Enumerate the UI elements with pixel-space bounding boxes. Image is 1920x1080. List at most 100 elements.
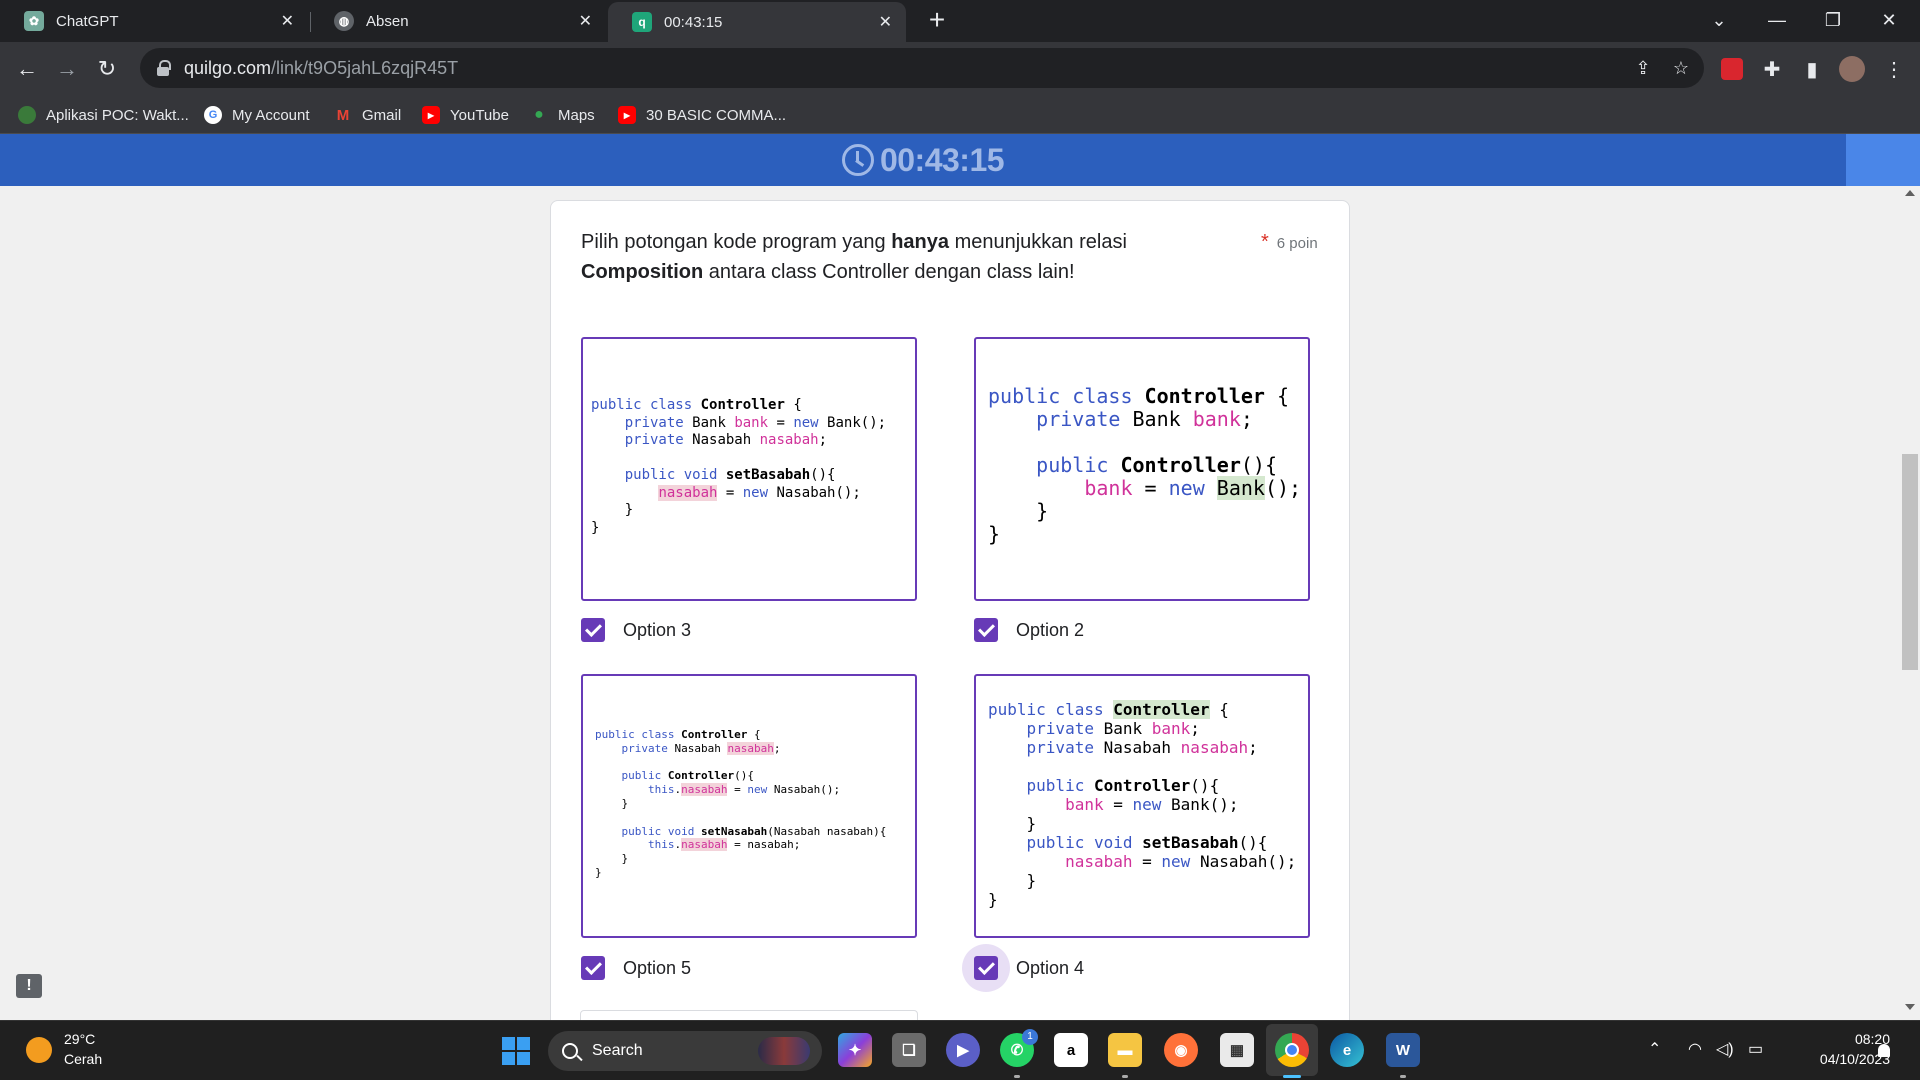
taskbar-search[interactable]: Search [548, 1031, 822, 1071]
back-icon[interactable]: ← [10, 52, 44, 86]
menu-icon[interactable]: ⋮ [1880, 55, 1908, 83]
scroll-down-arrow-icon[interactable] [1905, 1004, 1915, 1010]
close-window-button[interactable]: ✕ [1866, 0, 1912, 40]
bookmark-label: YouTube [450, 106, 509, 124]
battery-icon[interactable]: ▭ [1748, 1039, 1763, 1059]
option-2-code-image[interactable]: public class Controller { private Bank b… [974, 337, 1310, 601]
tab-chatgpt[interactable]: ✿ ChatGPT ✕ [0, 0, 308, 42]
running-indicator [1400, 1075, 1406, 1078]
question-card: Pilih potongan kode program yang hanya m… [550, 200, 1350, 1020]
minimize-button[interactable]: — [1754, 0, 1800, 40]
chrome-icon[interactable] [1275, 1033, 1309, 1067]
checkbox-checked-icon[interactable] [581, 956, 605, 980]
option-5-checkbox-row[interactable]: Option 5 [581, 953, 691, 983]
url-text[interactable]: quilgo.com/link/t9O5jahL6zqjR45T [184, 58, 458, 79]
bookmark-item[interactable]: ● Maps [530, 104, 595, 126]
microsoft-store-icon[interactable]: ▦ [1220, 1033, 1254, 1067]
restore-button[interactable]: ❐ [1810, 0, 1856, 40]
edge-icon[interactable]: e [1330, 1033, 1364, 1067]
share-icon[interactable]: ⇪ [1632, 58, 1654, 80]
timer-text: 00:43:15 [879, 141, 1005, 178]
tab-quilgo[interactable]: q 00:43:15 ✕ [608, 2, 906, 42]
extension-icon[interactable] [1718, 55, 1746, 83]
google-icon: G [204, 106, 222, 124]
bookmark-label: Aplikasi POC: Wakt... [46, 106, 189, 124]
wifi-icon[interactable]: ◠ [1688, 1039, 1702, 1059]
notification-badge: 1 [1022, 1029, 1038, 1045]
chevron-up-icon[interactable]: ⌃ [1648, 1039, 1661, 1059]
code-snippet: public class Controller { private Bank b… [988, 384, 1302, 546]
firefox-icon[interactable]: ◉ [1164, 1033, 1198, 1067]
lock-icon[interactable] [156, 60, 171, 76]
forward-icon[interactable]: → [50, 52, 84, 86]
bookmark-item[interactable]: G My Account [204, 104, 310, 126]
windows-taskbar: 29°C Cerah Search ✦ ❏ ▶ ✆ 1 a ▬ ◉ ▦ e W … [0, 1020, 1920, 1080]
checkbox-checked-icon[interactable] [581, 618, 605, 642]
file-explorer-icon[interactable]: ▬ [1108, 1033, 1142, 1067]
browser-toolbar: ← → ↻ quilgo.com/link/t9O5jahL6zqjR45T ⇪… [0, 42, 1920, 96]
avatar[interactable] [1838, 55, 1866, 83]
teams-chat-icon[interactable]: ▶ [946, 1033, 980, 1067]
scroll-thumb[interactable] [1902, 454, 1918, 670]
extensions-puzzle-icon[interactable]: ✚ [1758, 55, 1786, 83]
bookmark-item[interactable]: ▶ 30 BASIC COMMA... [618, 104, 786, 126]
close-icon[interactable]: ✕ [579, 11, 592, 31]
new-tab-button[interactable]: + [922, 6, 952, 36]
poc-icon [18, 106, 36, 124]
bookmark-label: Gmail [362, 106, 402, 124]
clock-date[interactable]: 04/10/2023 [1786, 1051, 1890, 1067]
windows-start-icon[interactable] [502, 1037, 530, 1065]
close-icon[interactable]: ✕ [281, 11, 294, 31]
gmail-icon: M [336, 106, 350, 124]
option-label: Option 3 [623, 619, 692, 640]
scrollbar[interactable] [1900, 186, 1920, 1020]
option-4-checkbox-row[interactable]: Option 4 [962, 944, 1084, 992]
scroll-up-arrow-icon[interactable] [1905, 190, 1915, 196]
search-label: Search [592, 1042, 643, 1059]
bookmark-star-icon[interactable]: ☆ [1670, 58, 1692, 80]
clock-icon [841, 144, 874, 176]
close-icon[interactable]: ✕ [879, 12, 892, 32]
option-label: Option 5 [623, 957, 692, 978]
option-3-checkbox-row[interactable]: Option 3 [581, 615, 691, 645]
maps-pin-icon: ● [534, 106, 544, 123]
timer-bar-button[interactable] [1846, 134, 1920, 186]
bookmark-item[interactable]: ▶ YouTube [422, 104, 509, 126]
chatgpt-icon: ✿ [24, 11, 44, 31]
checkbox-checked-icon[interactable] [974, 618, 998, 642]
tab-title: 00:43:15 [664, 13, 723, 31]
bookmark-label: Maps [558, 106, 595, 124]
word-icon[interactable]: W [1386, 1033, 1420, 1067]
checkbox-checked-icon[interactable] [962, 944, 1010, 992]
reload-icon[interactable]: ↻ [90, 52, 124, 86]
tab-search-icon[interactable]: ⌄ [1696, 0, 1742, 40]
focus-ripple [962, 944, 1010, 992]
tab-absen[interactable]: ◍ Absen ✕ [310, 0, 606, 42]
code-snippet: public class Controller { private Nasaba… [595, 728, 887, 879]
search-highlight-image [758, 1037, 810, 1065]
option-5-code-image[interactable]: public class Controller { private Nasaba… [581, 674, 917, 938]
points-label: * 6 poin [1261, 231, 1318, 253]
globe-icon: ◍ [334, 11, 354, 31]
copilot-icon[interactable]: ✦ [838, 1033, 872, 1067]
feedback-icon[interactable]: ! [16, 974, 42, 998]
option-2-checkbox-row[interactable]: Option 2 [974, 615, 1084, 645]
option-4-code-image[interactable]: public class Controller { private Bank b… [974, 674, 1310, 938]
option-3-code-image[interactable]: public class Controller { private Bank b… [581, 337, 917, 601]
address-bar[interactable]: quilgo.com/link/t9O5jahL6zqjR45T ⇪ ☆ [140, 48, 1704, 88]
side-panel-icon[interactable]: ▮ [1798, 55, 1826, 83]
running-indicator [1283, 1075, 1301, 1078]
weather-description[interactable]: Cerah [64, 1051, 102, 1067]
sun-weather-icon[interactable] [26, 1037, 52, 1063]
task-view-icon[interactable]: ❏ [892, 1033, 926, 1067]
bookmark-label: My Account [232, 106, 310, 124]
amazon-icon[interactable]: a [1054, 1033, 1088, 1067]
weather-temperature[interactable]: 29°C [64, 1031, 95, 1047]
question-text: Pilih potongan kode program yang hanya m… [581, 231, 1127, 283]
running-indicator [1122, 1075, 1128, 1078]
bookmark-item[interactable]: Aplikasi POC: Wakt... [18, 104, 189, 126]
notification-bell-icon[interactable] [1876, 1043, 1892, 1059]
next-option-image-edge [580, 1010, 918, 1020]
volume-icon[interactable]: ◁) [1716, 1039, 1734, 1059]
bookmark-item[interactable]: M Gmail [334, 104, 401, 126]
